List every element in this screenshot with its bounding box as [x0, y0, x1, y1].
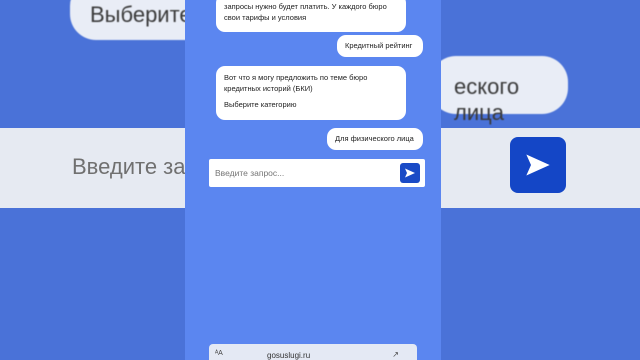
send-button[interactable]	[400, 163, 420, 183]
bg-user-bubble: еского лица	[430, 56, 568, 125]
url-text: gosuslugi.ru	[267, 351, 311, 360]
bot-message: Вот что я могу предложить по теме бюро к…	[216, 66, 406, 120]
send-icon	[405, 168, 415, 178]
message-line: кредитных историй (БКИ)	[224, 84, 313, 93]
font-size-icon[interactable]: ᴬA	[215, 350, 223, 357]
message-input-bar	[209, 159, 425, 187]
bg-user-bubble-text: еского лица	[454, 74, 520, 125]
bg-send-button	[510, 137, 566, 193]
share-icon[interactable]: ↗	[392, 350, 399, 359]
bg-input-text: Введите зап	[72, 154, 198, 179]
message-input[interactable]	[215, 166, 385, 180]
chat-area[interactable]: запросы нужно будет платить. У каждого б…	[185, 0, 441, 158]
phone-screen: запросы нужно будет платить. У каждого б…	[185, 0, 441, 360]
message-text: Для физического лица	[335, 134, 414, 143]
message-line: запросы нужно будет платить. У каждого б…	[224, 2, 387, 11]
message-line: свои тарифы и условия	[224, 13, 307, 22]
browser-address-bar[interactable]: ᴬA gosuslugi.ru ↗	[209, 344, 417, 360]
message-text: Кредитный рейтинг	[345, 41, 413, 50]
bg-send-icon	[526, 154, 550, 176]
message-line: Вот что я могу предложить по теме бюро	[224, 73, 368, 82]
user-message: Кредитный рейтинг	[337, 35, 423, 57]
message-line: Выберите категорию	[224, 100, 297, 109]
user-message: Для физического лица	[327, 128, 423, 150]
bot-message: запросы нужно будет платить. У каждого б…	[216, 0, 406, 32]
